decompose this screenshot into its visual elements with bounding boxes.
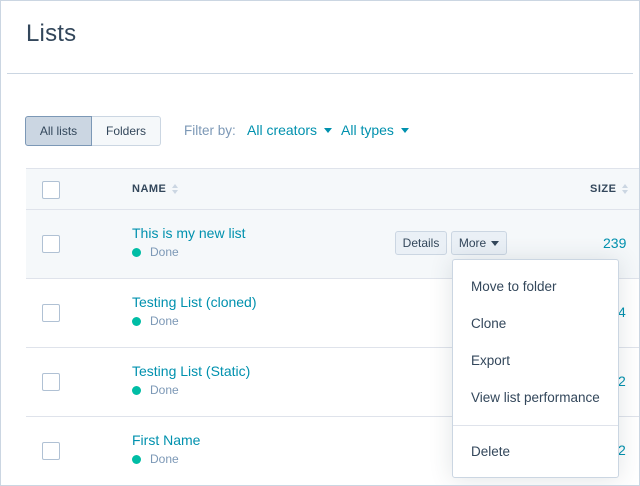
status-label: Done (150, 314, 179, 328)
list-size-link[interactable]: 239 (603, 235, 626, 251)
status-label: Done (150, 383, 179, 397)
list-name-link[interactable]: Testing List (Static) (132, 363, 250, 379)
list-size-link[interactable]: 4 (618, 304, 626, 320)
status-label: Done (150, 452, 179, 466)
menu-divider (453, 425, 618, 426)
row-checkbox[interactable] (42, 235, 60, 253)
menu-item-export[interactable]: Export (453, 353, 618, 368)
view-toggle: All lists Folders (25, 116, 161, 146)
status-dot-icon (132, 454, 141, 464)
list-status: Done (132, 383, 179, 397)
types-filter-label: All types (341, 122, 394, 138)
status-label: Done (150, 245, 179, 259)
creators-filter-dropdown[interactable]: All creators (247, 122, 333, 138)
status-dot-icon (132, 316, 141, 326)
menu-item-delete[interactable]: Delete (453, 444, 618, 459)
page-title: Lists (26, 20, 77, 47)
filter-label: Filter by: (184, 123, 236, 138)
table-header: NAME SIZE (26, 168, 639, 210)
list-name-link[interactable]: First Name (132, 432, 200, 448)
menu-item-clone[interactable]: Clone (453, 316, 618, 331)
list-status: Done (132, 452, 179, 466)
chevron-down-icon (400, 127, 409, 133)
size-column-header[interactable]: SIZE (590, 183, 629, 195)
name-column-label: NAME (132, 183, 167, 195)
chevron-down-icon (324, 127, 333, 133)
app-frame: Lists All lists Folders Filter by: All c… (0, 0, 640, 486)
row-checkbox[interactable] (42, 373, 60, 391)
list-name-link[interactable]: This is my new list (132, 225, 246, 241)
sort-icon (172, 184, 179, 194)
size-column-label: SIZE (590, 183, 617, 195)
status-dot-icon (132, 247, 141, 257)
status-dot-icon (132, 385, 141, 395)
name-column-header[interactable]: NAME (132, 183, 179, 195)
menu-item-view-list-performance[interactable]: View list performance (453, 390, 618, 405)
creators-filter-label: All creators (247, 122, 318, 138)
list-size-link[interactable]: 2 (618, 373, 626, 389)
select-all-checkbox[interactable] (42, 181, 60, 199)
sort-icon (622, 184, 629, 194)
all-lists-tab[interactable]: All lists (25, 116, 92, 146)
header-divider (7, 73, 633, 74)
menu-item-move-to-folder[interactable]: Move to folder (453, 279, 618, 294)
list-status: Done (132, 245, 179, 259)
more-button[interactable]: More (451, 231, 507, 255)
row-checkbox[interactable] (42, 304, 60, 322)
more-button-label: More (458, 236, 487, 250)
chevron-down-icon (491, 240, 500, 246)
row-checkbox[interactable] (42, 442, 60, 460)
list-size-link[interactable]: 2 (618, 442, 626, 458)
folders-tab[interactable]: Folders (92, 116, 161, 146)
types-filter-dropdown[interactable]: All types (341, 122, 409, 138)
more-actions-menu: Move to folder Clone Export View list pe… (452, 259, 619, 478)
details-button[interactable]: Details (395, 231, 447, 255)
list-name-link[interactable]: Testing List (cloned) (132, 294, 257, 310)
list-status: Done (132, 314, 179, 328)
